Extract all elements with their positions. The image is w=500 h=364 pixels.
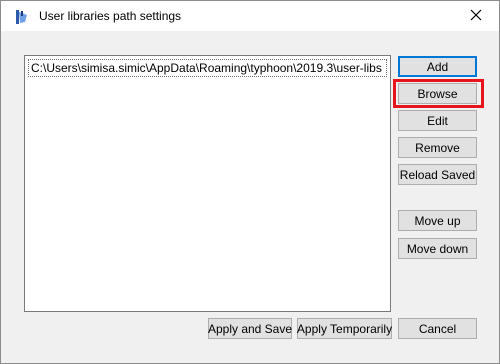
close-button[interactable] <box>453 1 499 31</box>
window-title: User libraries path settings <box>39 9 182 23</box>
add-button[interactable]: Add <box>398 56 477 77</box>
dialog-window: User libraries path settings C:\Users\si… <box>0 0 500 364</box>
remove-button[interactable]: Remove <box>398 137 477 158</box>
browse-highlight-box <box>393 79 484 108</box>
path-list[interactable]: C:\Users\simisa.simic\AppData\Roaming\ty… <box>24 55 391 312</box>
apply-temporarily-button[interactable]: Apply Temporarily <box>297 318 392 339</box>
move-up-button[interactable]: Move up <box>398 210 477 231</box>
app-icon <box>14 9 30 25</box>
move-down-button[interactable]: Move down <box>398 238 477 259</box>
apply-and-save-button[interactable]: Apply and Save <box>208 318 292 339</box>
cancel-button[interactable]: Cancel <box>398 318 477 339</box>
close-icon <box>470 9 482 24</box>
edit-button[interactable]: Edit <box>398 110 477 131</box>
list-item[interactable]: C:\Users\simisa.simic\AppData\Roaming\ty… <box>28 59 387 77</box>
reload-saved-button[interactable]: Reload Saved <box>398 164 477 185</box>
title-bar: User libraries path settings <box>1 1 499 31</box>
